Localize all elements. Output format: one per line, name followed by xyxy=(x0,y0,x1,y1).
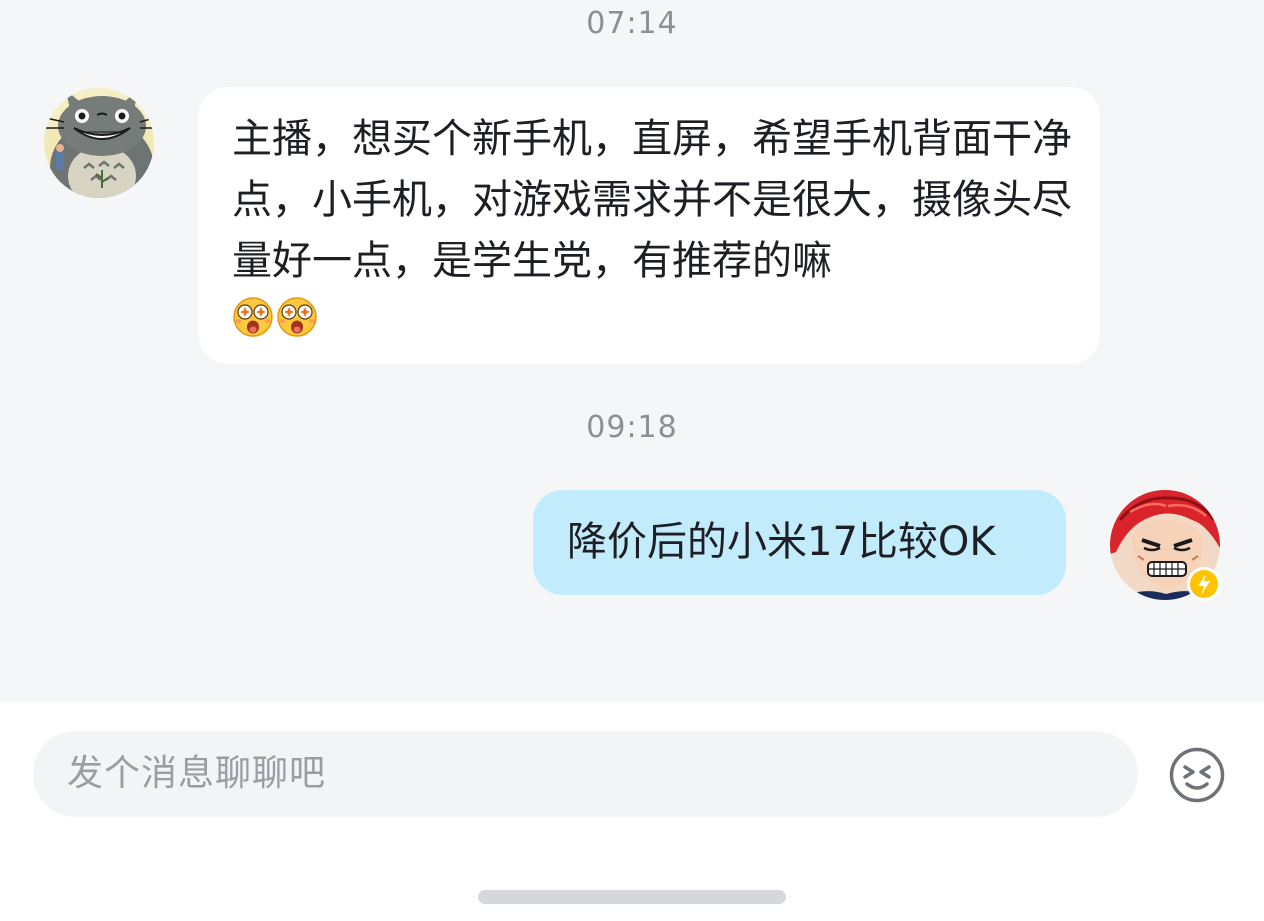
message-composer: 发个消息聊聊吧 xyxy=(0,702,1264,921)
totoro-avatar-image xyxy=(44,88,154,198)
incoming-message-bubble[interactable]: 主播，想买个新手机，直屏，希望手机背面干净点，小手机，对游戏需求并不是很大，摄像… xyxy=(198,87,1100,364)
message-timestamp: 07:14 xyxy=(586,6,678,41)
amazed-face-emoji xyxy=(277,297,317,337)
message-input[interactable]: 发个消息聊聊吧 xyxy=(33,731,1138,817)
red-hair-character-avatar-image xyxy=(1110,490,1221,601)
amazed-face-emoji xyxy=(233,297,273,337)
message-emoji-row xyxy=(232,292,1070,342)
incoming-message-text: 主播，想买个新手机，直屏，希望手机背面干净点，小手机，对游戏需求并不是很大，摄像… xyxy=(232,116,1072,284)
lightning-badge-icon xyxy=(1187,567,1221,601)
home-indicator[interactable] xyxy=(478,890,786,904)
self-avatar[interactable] xyxy=(1110,490,1221,601)
contact-avatar[interactable] xyxy=(44,88,154,198)
smiley-face-icon[interactable] xyxy=(1168,746,1226,804)
outgoing-message-bubble[interactable]: 降价后的小米17比较OK xyxy=(533,490,1066,595)
chat-message-list[interactable]: 07:14 主播，想买个新手机，直屏，希望手机背面干净点，小手机，对游戏需求并不… xyxy=(0,0,1264,702)
message-timestamp: 09:18 xyxy=(586,410,678,445)
outgoing-message-text: 降价后的小米17比较OK xyxy=(567,519,996,565)
